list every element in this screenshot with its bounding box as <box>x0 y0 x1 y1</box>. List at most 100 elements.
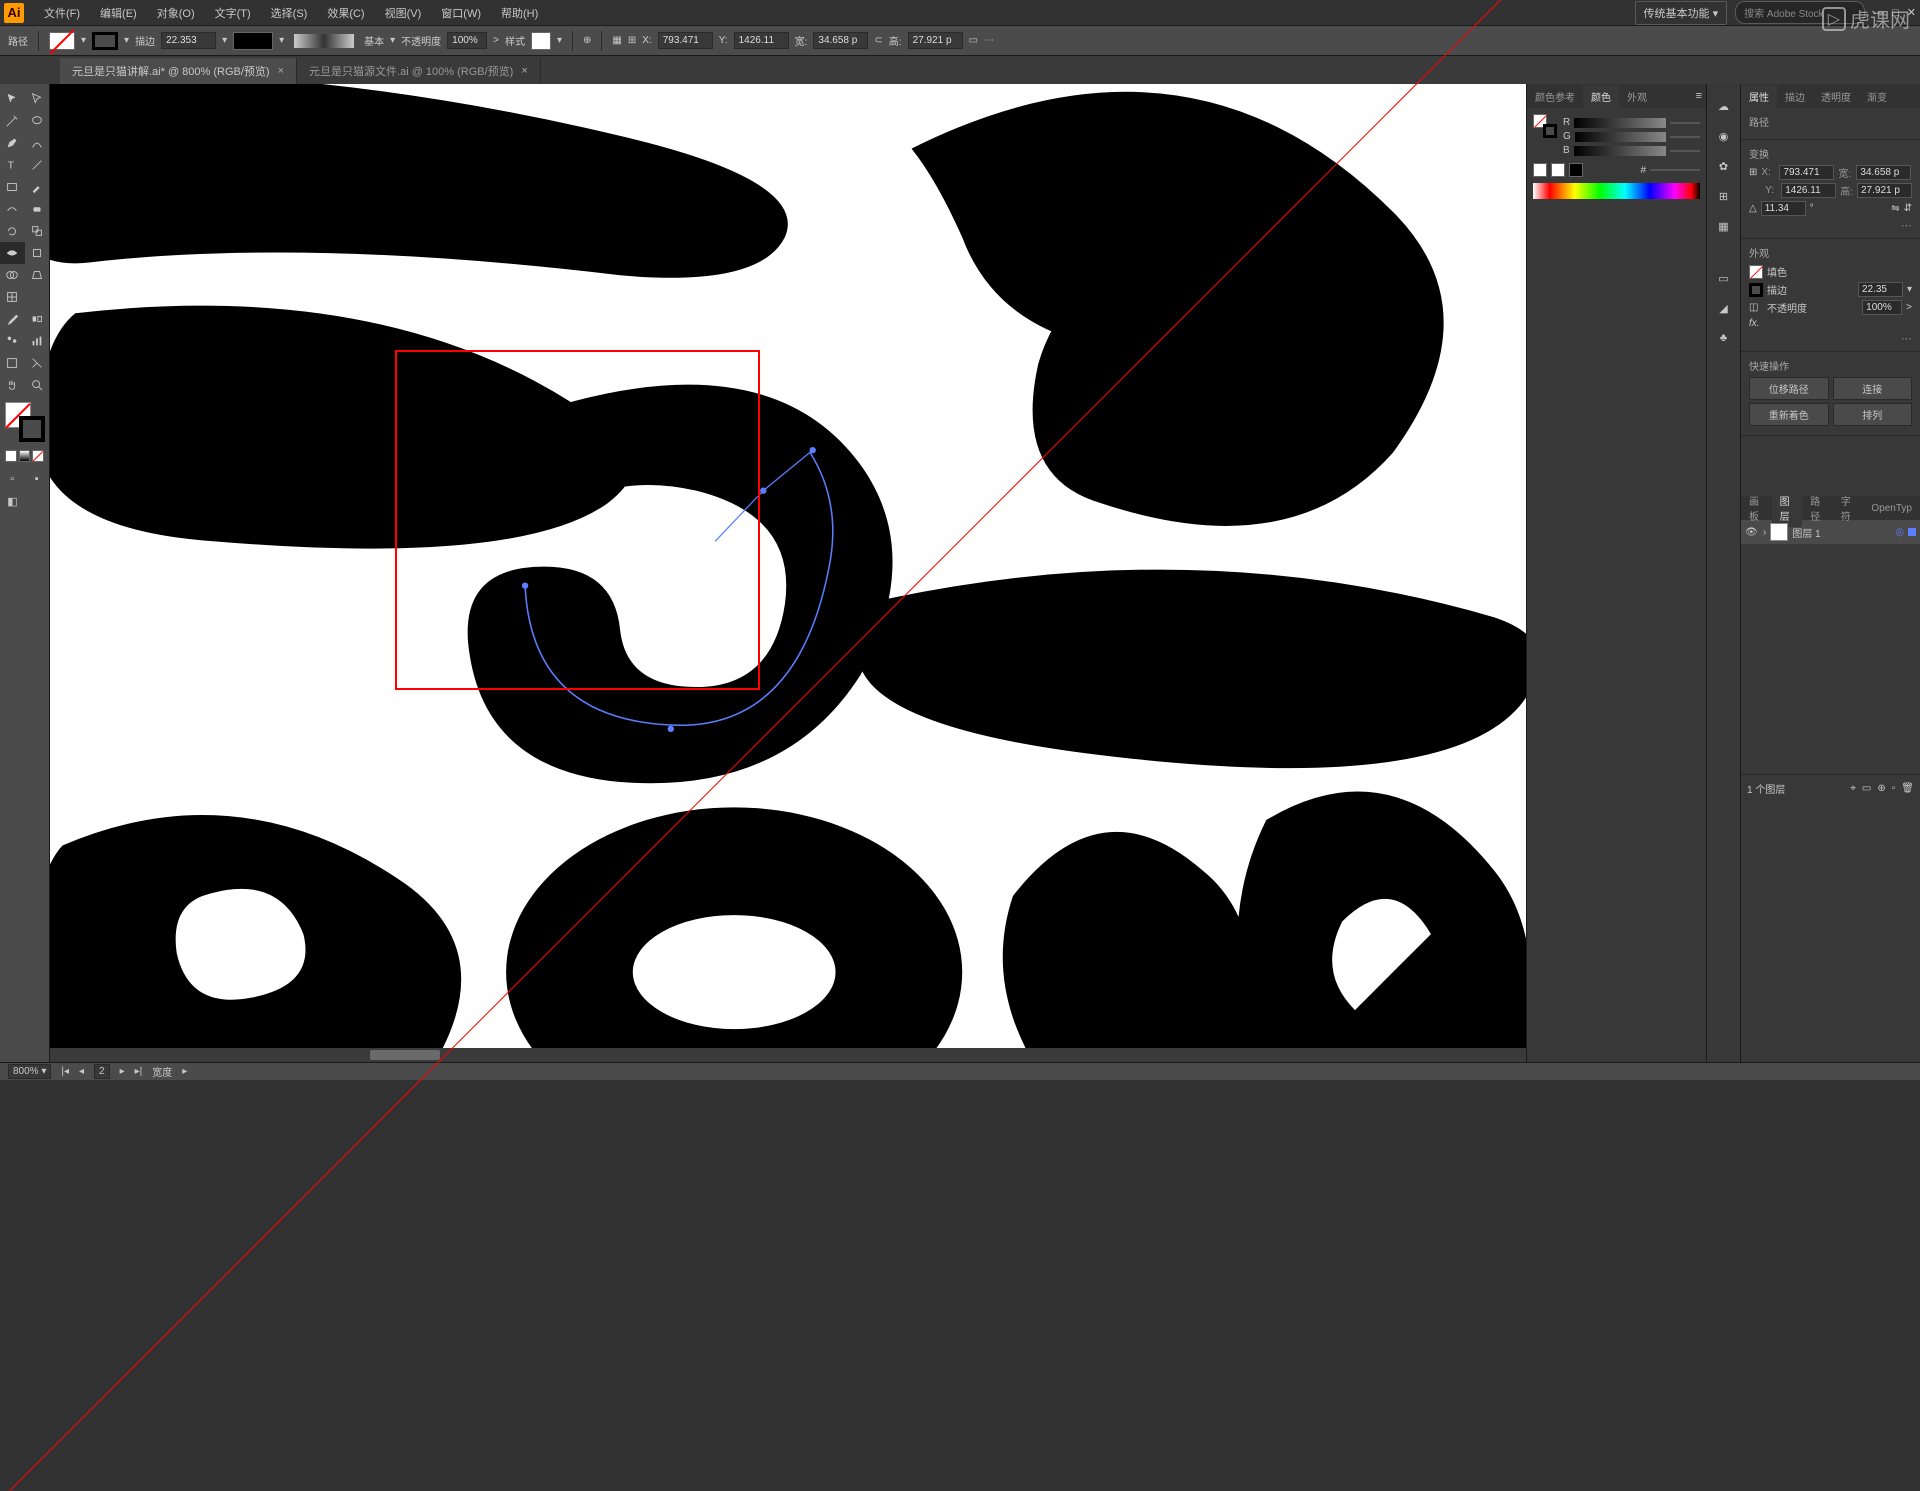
tab-paths[interactable]: 路径 <box>1802 489 1833 527</box>
screen-mode-full[interactable]: ▪ <box>25 468 50 490</box>
recolor-button[interactable]: 重新着色 <box>1749 403 1829 426</box>
menu-view[interactable]: 视图(V) <box>375 1 432 25</box>
tab-appearance[interactable]: 外观 <box>1619 85 1655 108</box>
target-icon[interactable]: ◎ <box>1895 527 1904 538</box>
make-clip-icon[interactable]: ▭ <box>1862 783 1871 794</box>
direct-selection-tool[interactable] <box>25 88 50 110</box>
document-tab-active[interactable]: 元旦是只猫讲解.ai* @ 800% (RGB/预览) × <box>60 58 297 84</box>
more-icon[interactable]: ⋯ <box>984 35 994 46</box>
color-spectrum[interactable] <box>1533 183 1700 199</box>
shape-builder-tool[interactable] <box>0 264 25 286</box>
fill-swatch-prop[interactable] <box>1749 265 1763 279</box>
opacity-prop[interactable] <box>1862 300 1902 315</box>
nav-first-icon[interactable]: |◂ <box>61 1066 69 1077</box>
dropdown-icon[interactable]: ▾ <box>222 35 227 46</box>
shaper-tool[interactable] <box>0 198 25 220</box>
blend-tool[interactable] <box>25 308 50 330</box>
join-button[interactable]: 连接 <box>1833 377 1913 400</box>
fx-button[interactable]: fx. <box>1749 318 1760 329</box>
stroke-profile[interactable] <box>294 34 354 48</box>
dropdown-icon[interactable]: ▾ <box>279 35 284 46</box>
tab-color[interactable]: 颜色 <box>1583 85 1619 108</box>
mesh-tool[interactable] <box>0 286 25 308</box>
dropdown-icon[interactable]: > <box>493 35 499 46</box>
zoom-tool[interactable] <box>25 374 50 396</box>
fill-stroke-indicator[interactable] <box>5 402 45 442</box>
tab-transparency[interactable]: 透明度 <box>1813 85 1859 108</box>
align-icon[interactable]: ⊕ <box>583 35 591 46</box>
stroke-icon[interactable]: ▭ <box>1710 264 1738 292</box>
canvas[interactable] <box>50 84 1526 1062</box>
dropdown-icon[interactable]: ▾ <box>390 35 395 46</box>
artboard-nav[interactable]: 2 <box>94 1064 110 1079</box>
paintbrush-tool[interactable] <box>25 176 50 198</box>
dropdown-icon[interactable]: ▾ <box>1907 284 1912 295</box>
stroke-swatch[interactable] <box>92 32 118 50</box>
nav-last-icon[interactable]: ▸| <box>135 1066 143 1077</box>
stroke-color[interactable] <box>233 32 273 50</box>
white-swatch[interactable] <box>1551 163 1565 177</box>
tab-layers[interactable]: 图层 <box>1772 489 1803 527</box>
eyedropper-tool[interactable] <box>0 308 25 330</box>
stroke-swatch-prop[interactable] <box>1749 283 1763 297</box>
gradient-tool[interactable] <box>25 286 50 308</box>
symbols-icon[interactable]: ⊞ <box>1710 182 1738 210</box>
arrange-button[interactable]: 排列 <box>1833 403 1913 426</box>
nav-prev-icon[interactable]: ◂ <box>79 1066 84 1077</box>
artboard-tool[interactable] <box>0 352 25 374</box>
x-input[interactable] <box>658 32 713 49</box>
scale-tool[interactable] <box>25 220 50 242</box>
flip-v-icon[interactable]: ⇵ <box>1904 203 1912 214</box>
none-swatch[interactable] <box>1533 163 1547 177</box>
w-input[interactable] <box>813 32 868 49</box>
close-icon[interactable]: ✕ <box>1907 6 1916 19</box>
tab-opentype[interactable]: OpenTyp <box>1863 499 1920 518</box>
flip-h-icon[interactable]: ⇋ <box>1891 203 1899 214</box>
draw-mode-icon[interactable]: ◧ <box>0 490 25 512</box>
align-panel-icon[interactable]: ▦ <box>612 35 621 46</box>
pen-tool[interactable] <box>0 132 25 154</box>
new-sublayer-icon[interactable]: ⊕ <box>1877 783 1885 794</box>
prop-w-input[interactable] <box>1856 165 1911 180</box>
menu-effect[interactable]: 效果(C) <box>317 1 374 25</box>
new-layer-icon[interactable]: ▫ <box>1892 783 1896 794</box>
color-mode-gradient[interactable] <box>19 450 31 462</box>
stock-search[interactable]: 搜索 Adobe Stock <box>1735 1 1865 24</box>
magic-wand-tool[interactable] <box>0 110 25 132</box>
line-tool[interactable] <box>25 154 50 176</box>
eraser-tool[interactable] <box>25 198 50 220</box>
color-mode-solid[interactable] <box>5 450 17 462</box>
offset-path-button[interactable]: 位移路径 <box>1749 377 1829 400</box>
prop-x-input[interactable] <box>1779 165 1834 180</box>
perspective-tool[interactable] <box>25 264 50 286</box>
graph-tool[interactable] <box>25 330 50 352</box>
dropdown-icon[interactable]: ▾ <box>557 35 562 46</box>
panel-menu-icon[interactable]: ≡ <box>1692 90 1706 102</box>
tab-artboards[interactable]: 画板 <box>1741 489 1772 527</box>
width-tool[interactable] <box>0 242 25 264</box>
g-value[interactable] <box>1670 136 1700 138</box>
locate-icon[interactable]: ⌖ <box>1850 783 1856 794</box>
swatches-icon[interactable]: ▦ <box>1710 212 1738 240</box>
fill-swatch[interactable] <box>49 32 75 50</box>
stroke-width-input[interactable] <box>161 32 216 49</box>
color-icon[interactable]: ◉ <box>1710 122 1738 150</box>
menu-edit[interactable]: 编辑(E) <box>90 1 147 25</box>
tab-character[interactable]: 字符 <box>1833 489 1864 527</box>
black-swatch[interactable] <box>1569 163 1583 177</box>
libraries-icon[interactable]: ☁ <box>1710 92 1738 120</box>
menu-window[interactable]: 窗口(W) <box>431 1 491 25</box>
type-tool[interactable]: T <box>0 154 25 176</box>
free-transform-tool[interactable] <box>25 242 50 264</box>
stroke-width-prop[interactable] <box>1858 282 1903 297</box>
dropdown-icon[interactable]: ▾ <box>81 35 86 46</box>
menu-help[interactable]: 帮助(H) <box>491 1 548 25</box>
prop-y-input[interactable] <box>1781 183 1836 198</box>
visibility-icon[interactable]: 👁 <box>1745 527 1759 538</box>
minimize-icon[interactable]: — <box>1873 7 1884 19</box>
menu-object[interactable]: 对象(O) <box>147 1 205 25</box>
y-input[interactable] <box>734 32 789 49</box>
shape-icon[interactable]: ▭ <box>969 35 978 46</box>
layer-name[interactable]: 图层 1 <box>1792 525 1820 540</box>
screen-mode-normal[interactable]: ▫ <box>0 468 25 490</box>
